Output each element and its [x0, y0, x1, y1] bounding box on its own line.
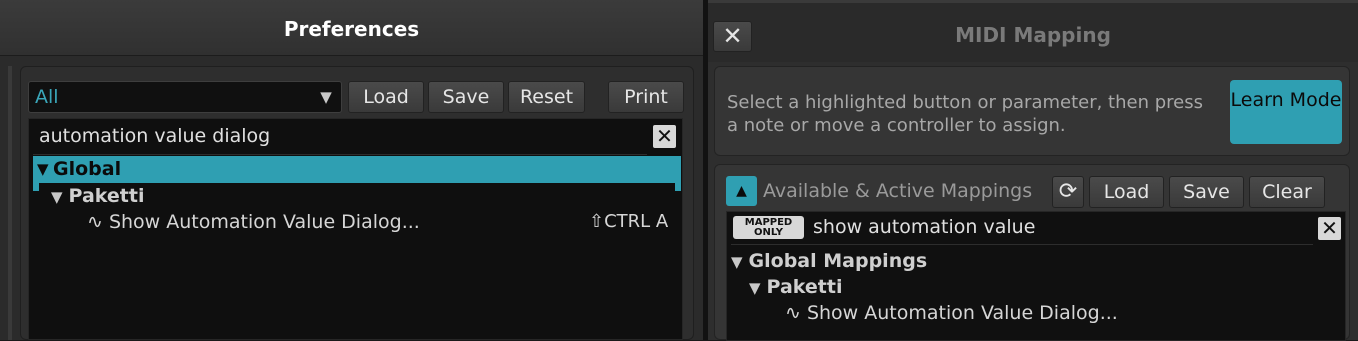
mappings-panel: ▲ Available & Active Mappings ⟳ Load Sav…	[714, 164, 1350, 341]
tree-row-global-mappings[interactable]: ▼ Global Mappings	[731, 248, 927, 274]
keyboard-shortcut[interactable]: ⇧CTRL A	[589, 209, 668, 235]
sidebar-divider	[8, 66, 12, 340]
tree-label-paketti: Paketti	[766, 276, 843, 298]
midi-mapping-window: MIDI Mapping ✕ Select a highlighted butt…	[708, 0, 1358, 341]
learn-panel: Select a highlighted button or parameter…	[714, 66, 1350, 156]
selection-edge-right	[675, 183, 681, 191]
collapse-up-icon[interactable]: ▲	[726, 176, 757, 206]
tree-label-global: Global	[53, 158, 122, 180]
mapping-save-button[interactable]: Save	[1169, 176, 1244, 208]
tree-label-global-mappings: Global Mappings	[748, 250, 928, 272]
category-dropdown[interactable]: All ▼	[28, 81, 342, 113]
selection-edge-left	[33, 183, 39, 191]
clear-search-icon[interactable]: ✕	[1318, 217, 1341, 240]
instruction-text: Select a highlighted button or parameter…	[727, 92, 1203, 136]
mapping-clear-button[interactable]: Clear	[1249, 176, 1325, 208]
search-underline	[33, 154, 647, 155]
tree-item-show-automation-value-dialog[interactable]: ∿ Show Automation Value Dialog...	[785, 300, 1118, 326]
tree-label-paketti: Paketti	[68, 185, 145, 207]
search-underline	[731, 244, 1313, 245]
expand-triangle-icon[interactable]: ▼	[37, 156, 49, 183]
midi-mapping-titlebar: MIDI Mapping ✕	[708, 0, 1358, 62]
expand-triangle-icon[interactable]: ▼	[731, 253, 743, 271]
close-icon[interactable]: ✕	[713, 21, 752, 52]
tree-row-paketti[interactable]: ▼ Paketti	[749, 274, 842, 300]
print-button[interactable]: Print	[608, 81, 684, 113]
keybinding-tree: automation value dialog ✕ ▼ Global ▼ Pake…	[28, 118, 683, 340]
preferences-title: Preferences	[0, 0, 703, 56]
save-button[interactable]: Save	[428, 81, 504, 113]
search-input[interactable]: automation value dialog	[39, 125, 270, 147]
tree-row-paketti[interactable]: ▼ Paketti	[51, 183, 144, 209]
load-button[interactable]: Load	[348, 81, 424, 113]
mapping-tree: MAPPED ONLY show automation value ✕ ▼ Glo…	[726, 211, 1346, 341]
available-mappings-label: Available & Active Mappings	[763, 180, 1033, 202]
category-value: All	[35, 86, 59, 108]
mapped-only-toggle[interactable]: MAPPED ONLY	[733, 216, 804, 239]
expand-triangle-icon[interactable]: ▼	[51, 188, 63, 206]
reset-button[interactable]: Reset	[508, 81, 585, 113]
tree-row-global[interactable]: ▼ Global	[33, 156, 681, 183]
refresh-icon[interactable]: ⟳	[1052, 176, 1084, 208]
clear-search-icon[interactable]: ✕	[653, 125, 676, 148]
mapping-load-button[interactable]: Load	[1089, 176, 1164, 208]
chevron-down-icon[interactable]: ▼	[311, 82, 341, 112]
mapped-only-line2: ONLY	[754, 227, 783, 238]
learn-mode-button[interactable]: Learn Mode	[1230, 80, 1342, 144]
mapping-search-input[interactable]: show automation value	[813, 216, 1035, 238]
preferences-window: Preferences All ▼ Load Save Reset Print …	[0, 0, 703, 340]
tree-item-show-automation-value-dialog[interactable]: ∿ Show Automation Value Dialog...	[87, 209, 420, 235]
expand-triangle-icon[interactable]: ▼	[749, 279, 761, 297]
midi-mapping-title: MIDI Mapping	[955, 23, 1111, 47]
